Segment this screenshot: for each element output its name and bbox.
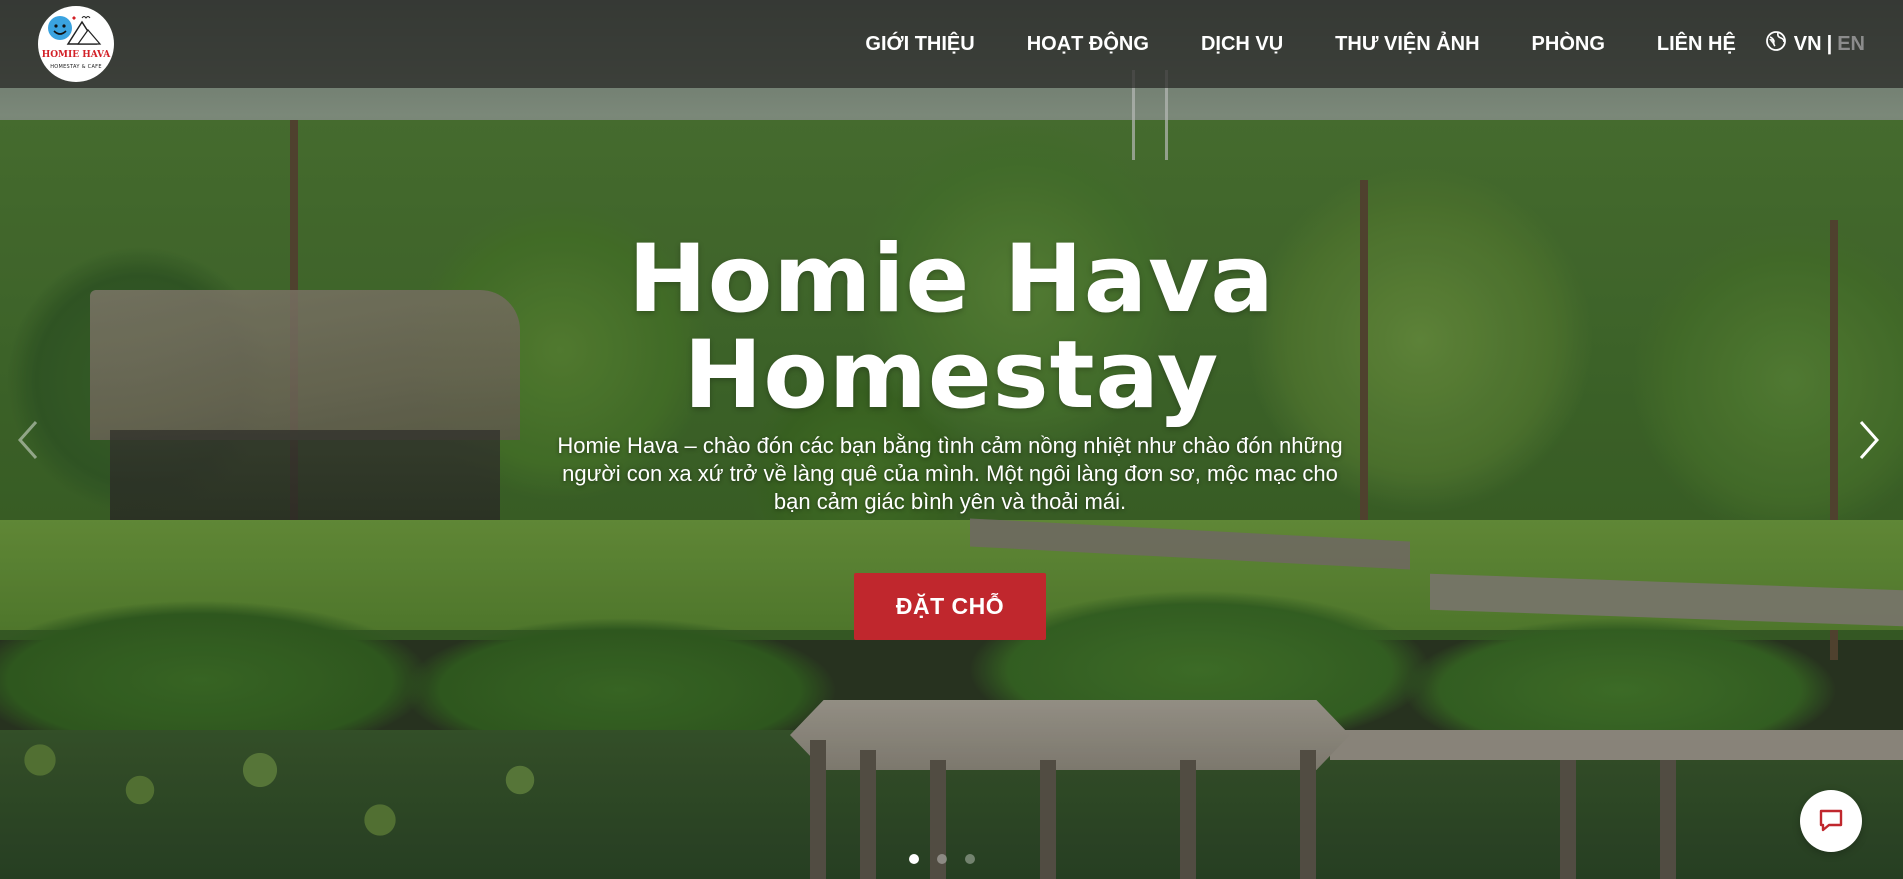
nav-item-rooms[interactable]: PHÒNG: [1532, 33, 1605, 56]
chat-widget-button[interactable]: [1800, 790, 1862, 852]
carousel-dot-1[interactable]: [909, 854, 919, 864]
nav-item-gallery[interactable]: THƯ VIỆN ẢNH: [1335, 33, 1479, 56]
chevron-left-icon: [17, 421, 38, 459]
logo-tagline: HOMESTAY & CAFE: [50, 64, 102, 70]
hero-title-line-1: Homie Hava: [628, 225, 1275, 334]
hero-title: Homie Hava Homestay: [0, 232, 1903, 424]
top-navbar: HOMIE HAVA HOMESTAY & CAFE GIỚI THIỆU HO…: [0, 0, 1903, 88]
book-now-button[interactable]: ĐẶT CHỖ: [854, 573, 1046, 640]
nav-item-contact[interactable]: LIÊN HỆ: [1657, 33, 1736, 56]
globe-icon: [1765, 31, 1786, 57]
nav-item-services[interactable]: DỊCH VỤ: [1201, 33, 1283, 56]
carousel-indicators: [900, 852, 984, 866]
carousel-next-button[interactable]: [1849, 412, 1889, 468]
language-en-link[interactable]: EN: [1837, 33, 1865, 56]
chevron-right-icon: [1859, 421, 1880, 459]
nav-item-about[interactable]: GIỚI THIỆU: [865, 33, 974, 56]
nav-item-activities[interactable]: HOẠT ĐỘNG: [1027, 33, 1149, 56]
main-nav: GIỚI THIỆU HOẠT ĐỘNG DỊCH VỤ THƯ VIỆN ẢN…: [813, 0, 1865, 88]
chat-bubble-icon: [1819, 809, 1843, 832]
carousel-prev-button[interactable]: [8, 412, 48, 468]
carousel-dot-2[interactable]: [937, 854, 947, 864]
language-separator: |: [1826, 32, 1833, 55]
hero-description-line-1: Homie Hava – chào đón các bạn bằng tình …: [557, 433, 1343, 458]
logo-name: HOMIE HAVA: [41, 50, 111, 60]
carousel-dot-3[interactable]: [965, 854, 975, 864]
smiling-globe-mountain-logo-icon: [48, 16, 102, 45]
hero-slider: HOMIE HAVA HOMESTAY & CAFE GIỚI THIỆU HO…: [0, 0, 1903, 879]
hero-description: Homie Hava – chào đón các bạn bằng tình …: [470, 432, 1430, 516]
hero-description-line-2: người con xa xứ trở về làng quê của mình…: [562, 461, 1338, 486]
hero-title-line-2: Homestay: [683, 321, 1220, 430]
language-switcher: VN | EN: [1765, 31, 1865, 57]
hero-description-line-3: bạn cảm giác bình yên và thoải mái.: [773, 489, 1127, 514]
site-logo[interactable]: HOMIE HAVA HOMESTAY & CAFE: [38, 6, 114, 82]
language-vn-link[interactable]: VN: [1794, 33, 1822, 56]
